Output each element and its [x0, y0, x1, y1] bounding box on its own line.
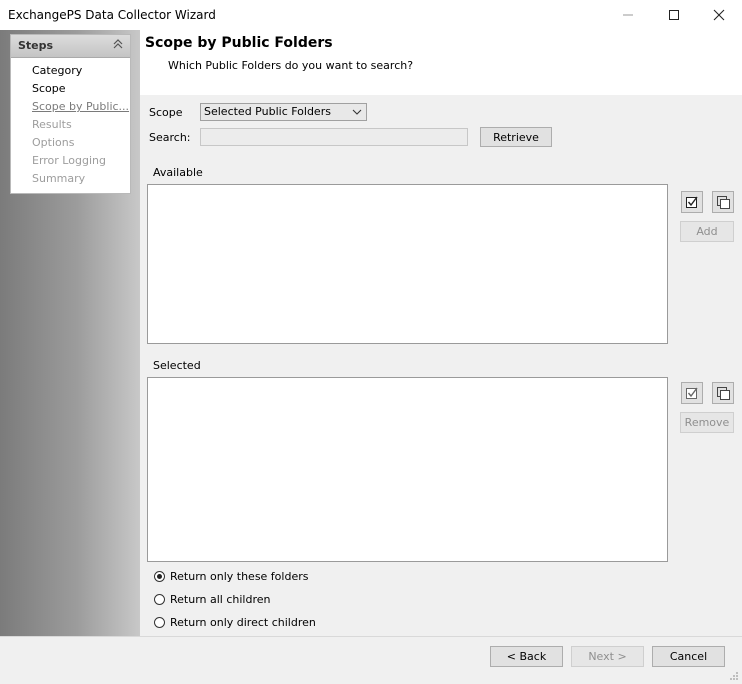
radio-unchecked-indicator — [154, 594, 165, 605]
selected-label: Selected — [153, 359, 201, 372]
close-icon — [713, 9, 725, 21]
radio-return-only-these-folders[interactable]: Return only these folders — [154, 570, 308, 583]
back-button[interactable]: < Back — [490, 646, 563, 667]
resize-grip-icon[interactable] — [729, 671, 739, 681]
scope-dropdown[interactable]: Selected Public Folders — [200, 103, 367, 121]
radio-label: Return only these folders — [170, 570, 309, 583]
available-label: Available — [153, 166, 203, 179]
check-all-selected-button[interactable] — [681, 382, 703, 404]
step-summary: Summary — [32, 172, 86, 185]
minimize-button[interactable] — [605, 0, 651, 30]
remove-button[interactable]: Remove — [680, 412, 734, 433]
step-category[interactable]: Category — [32, 64, 82, 77]
uncheck-all-available-button[interactable] — [712, 191, 734, 213]
steps-title: Steps — [18, 39, 54, 52]
next-button[interactable]: Next > — [571, 646, 644, 667]
check-all-icon — [686, 196, 698, 208]
search-label: Search: — [149, 131, 191, 144]
steps-header[interactable]: Steps — [11, 35, 130, 58]
scope-label: Scope — [149, 106, 183, 119]
window-title: ExchangePS Data Collector Wizard — [8, 8, 216, 22]
radio-return-only-direct-children[interactable]: Return only direct children — [154, 616, 316, 629]
maximize-icon — [669, 10, 679, 20]
page-title: Scope by Public Folders — [145, 35, 333, 51]
step-scope-by-public-folders[interactable]: Scope by Public... — [32, 100, 129, 113]
maximize-button[interactable] — [651, 0, 697, 30]
uncheck-all-selected-button[interactable] — [712, 382, 734, 404]
step-scope[interactable]: Scope — [32, 82, 66, 95]
add-button[interactable]: Add — [680, 221, 734, 242]
minimize-icon — [623, 14, 633, 16]
check-all-icon — [686, 387, 698, 399]
retrieve-button[interactable]: Retrieve — [480, 127, 552, 147]
step-options: Options — [32, 136, 75, 149]
uncheck-all-icon — [717, 196, 730, 209]
radio-label: Return only direct children — [170, 616, 316, 629]
scope-dropdown-value: Selected Public Folders — [204, 105, 331, 118]
cancel-button[interactable]: Cancel — [652, 646, 725, 667]
step-error-logging: Error Logging — [32, 154, 106, 167]
available-list[interactable] — [147, 184, 668, 344]
steps-panel: Steps Category Scope Scope by Public... … — [10, 34, 131, 194]
page-subtitle: Which Public Folders do you want to sear… — [168, 59, 414, 72]
close-button[interactable] — [696, 0, 742, 30]
step-results: Results — [32, 118, 72, 131]
check-all-available-button[interactable] — [681, 191, 703, 213]
chevron-double-up-icon[interactable] — [113, 37, 123, 54]
radio-label: Return all children — [170, 593, 271, 606]
uncheck-all-icon — [717, 387, 730, 400]
search-input[interactable] — [200, 128, 468, 146]
radio-unchecked-indicator — [154, 617, 165, 628]
radio-checked-indicator — [154, 571, 165, 582]
chevron-down-icon — [352, 104, 362, 126]
radio-return-all-children[interactable]: Return all children — [154, 593, 270, 606]
selected-list[interactable] — [147, 377, 668, 562]
title-bar: ExchangePS Data Collector Wizard — [0, 0, 742, 30]
